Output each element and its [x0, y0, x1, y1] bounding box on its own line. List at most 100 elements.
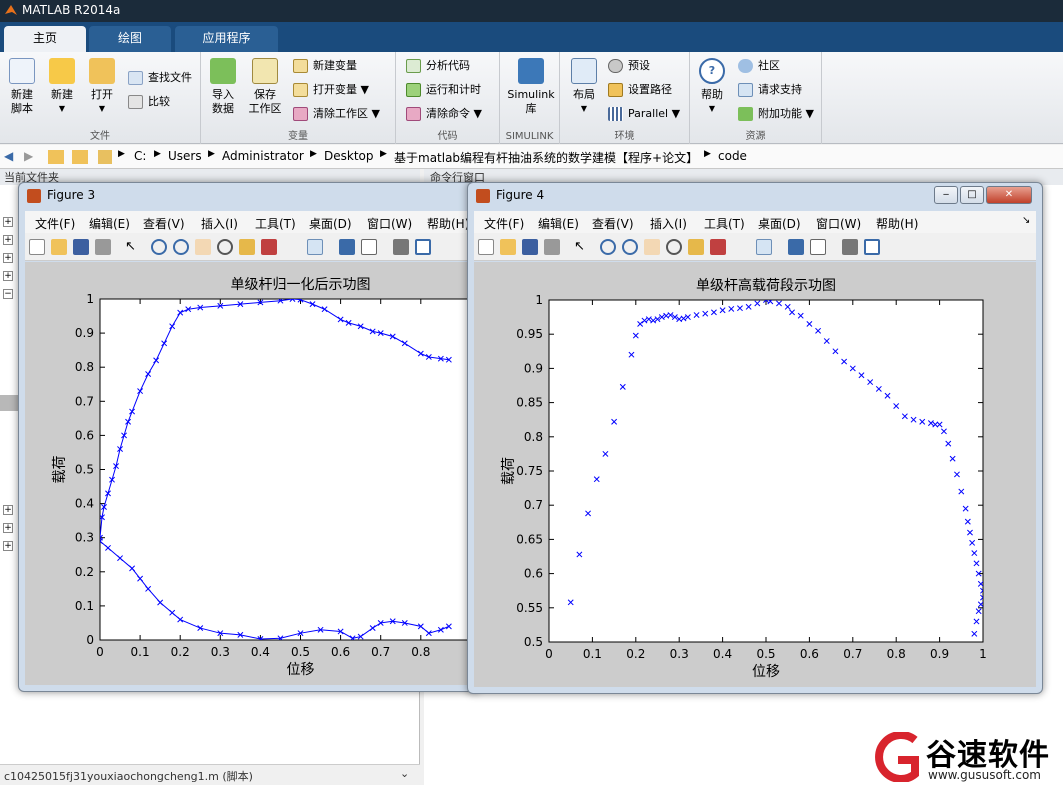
open-button[interactable]: 打开 ▼ [80, 58, 124, 116]
compare-button[interactable]: 比较 [128, 92, 170, 112]
tree-expander[interactable]: + [3, 271, 13, 281]
show-plot-tools-icon[interactable] [415, 239, 431, 255]
menu-tools[interactable]: 工具(T) [704, 215, 745, 232]
parallel-button[interactable]: Parallel ▼ [608, 104, 680, 124]
open-file-icon[interactable] [500, 239, 516, 255]
print-icon[interactable] [95, 239, 111, 255]
zoom-in-icon[interactable] [151, 239, 167, 255]
back-icon[interactable]: ◀ [4, 149, 13, 163]
help-button[interactable]: ? 帮助 ▼ [690, 58, 734, 116]
colorbar-icon[interactable] [339, 239, 355, 255]
simulink-library-button[interactable]: Simulink 库 [506, 58, 556, 116]
figure-3-plot[interactable]: 单级杆归一化后示功图位移 载荷 0 0.1 0.2 0.3 0.4 0.5 0.6 0.7 0.8 0… [25, 262, 502, 686]
tree-expander[interactable]: + [3, 217, 13, 227]
tab-apps[interactable]: 应用程序 [175, 26, 278, 52]
menu-window[interactable]: 窗口(W) [367, 215, 412, 232]
menu-file[interactable]: 文件(F) [484, 215, 524, 232]
rotate-icon[interactable] [666, 239, 682, 255]
zoom-in-icon[interactable] [600, 239, 616, 255]
up-folder-icon[interactable] [48, 150, 64, 164]
menu-desktop[interactable]: 桌面(D) [309, 215, 352, 232]
preferences-button[interactable]: 预设 [608, 56, 650, 76]
tab-plots[interactable]: 绘图 [89, 26, 171, 52]
pan-icon[interactable] [644, 239, 660, 255]
breadcrumb-project[interactable]: 基于matlab编程有杆抽油系统的数学建模【程序+论文】 [394, 149, 698, 166]
legend-icon[interactable] [361, 239, 377, 255]
save-icon[interactable] [522, 239, 538, 255]
tree-expander[interactable]: − [3, 289, 13, 299]
close-button[interactable]: ✕ [986, 186, 1032, 204]
community-button[interactable]: 社区 [738, 56, 780, 76]
clear-workspace-button[interactable]: 清除工作区 ▼ [293, 104, 380, 124]
save-workspace-button[interactable]: 保存 工作区 [243, 58, 287, 116]
new-button[interactable]: 新建 ▼ [40, 58, 84, 116]
run-and-time-button[interactable]: 运行和计时 [406, 80, 481, 100]
data-cursor-icon[interactable] [688, 239, 704, 255]
menu-view[interactable]: 查看(V) [592, 215, 634, 232]
menu-desktop[interactable]: 桌面(D) [758, 215, 801, 232]
pan-icon[interactable] [195, 239, 211, 255]
new-variable-button[interactable]: 新建变量 [293, 56, 357, 76]
link-plot-icon[interactable] [756, 239, 772, 255]
forward-icon[interactable]: ▶ [24, 149, 33, 163]
maximize-button[interactable]: □ [960, 186, 984, 204]
tree-expander[interactable]: + [3, 523, 13, 533]
hide-plot-tools-icon[interactable] [393, 239, 409, 255]
hide-plot-tools-icon[interactable] [842, 239, 858, 255]
save-icon[interactable] [73, 239, 89, 255]
menu-view[interactable]: 查看(V) [143, 215, 185, 232]
open-variable-button[interactable]: 打开变量 ▼ [293, 80, 369, 100]
menu-help[interactable]: 帮助(H) [876, 215, 918, 232]
new-script-button[interactable]: 新建 脚本 [0, 58, 44, 116]
tree-expander[interactable]: + [3, 235, 13, 245]
tree-expander[interactable]: + [3, 253, 13, 263]
breadcrumb-code[interactable]: code [718, 149, 747, 163]
analyze-code-button[interactable]: 分析代码 [406, 56, 470, 76]
request-support-button[interactable]: 请求支持 [738, 80, 802, 100]
tree-expander[interactable]: + [3, 505, 13, 515]
link-plot-icon[interactable] [307, 239, 323, 255]
breadcrumb-users[interactable]: Users [168, 149, 202, 163]
layout-button[interactable]: 布局 ▼ [562, 58, 606, 116]
clear-commands-button[interactable]: 清除命令 ▼ [406, 104, 482, 124]
breadcrumb-desktop[interactable]: Desktop [324, 149, 374, 163]
figure-4-plot[interactable]: 单级杆高载荷段示功图位移 载荷 0 0.1 0.2 0.3 0.4 0.5 0.6 0.7 0.8 0… [474, 262, 1036, 687]
chevron-down-icon[interactable]: ⌄ [400, 767, 409, 780]
browse-folder-icon[interactable] [72, 150, 88, 164]
zoom-out-icon[interactable] [622, 239, 638, 255]
tab-home[interactable]: 主页 [4, 26, 86, 52]
menu-insert[interactable]: 插入(I) [650, 215, 687, 232]
colorbar-icon[interactable] [788, 239, 804, 255]
pointer-icon[interactable]: ↖ [574, 239, 590, 255]
new-figure-icon[interactable] [29, 239, 45, 255]
tree-expander[interactable]: + [3, 541, 13, 551]
dock-arrow-icon[interactable]: ↘ [1022, 215, 1030, 226]
add-ons-button[interactable]: 附加功能 ▼ [738, 104, 814, 124]
set-path-button[interactable]: 设置路径 [608, 80, 672, 100]
figure-3-window[interactable]: Figure 3 文件(F) 编辑(E) 查看(V) 插入(I) 工具(T) 桌… [18, 182, 502, 692]
pointer-icon[interactable]: ↖ [125, 239, 141, 255]
breadcrumb-administrator[interactable]: Administrator [222, 149, 304, 163]
breadcrumb-c[interactable]: C: [134, 149, 146, 163]
menu-help[interactable]: 帮助(H) [427, 215, 469, 232]
data-cursor-icon[interactable] [239, 239, 255, 255]
figure-4-window[interactable]: Figure 4 ‒ □ ✕ 文件(F) 编辑(E) 查看(V) 插入(I) 工… [467, 182, 1043, 694]
rotate-icon[interactable] [217, 239, 233, 255]
menu-tools[interactable]: 工具(T) [255, 215, 296, 232]
minimize-button[interactable]: ‒ [934, 186, 958, 204]
zoom-out-icon[interactable] [173, 239, 189, 255]
brush-icon[interactable] [710, 239, 726, 255]
open-file-icon[interactable] [51, 239, 67, 255]
import-data-button[interactable]: 导入 数据 [201, 58, 245, 116]
menu-insert[interactable]: 插入(I) [201, 215, 238, 232]
find-files-button[interactable]: 查找文件 [128, 68, 192, 88]
show-plot-tools-icon[interactable] [864, 239, 880, 255]
brush-icon[interactable] [261, 239, 277, 255]
legend-icon[interactable] [810, 239, 826, 255]
print-icon[interactable] [544, 239, 560, 255]
menu-edit[interactable]: 编辑(E) [538, 215, 579, 232]
menu-edit[interactable]: 编辑(E) [89, 215, 130, 232]
menu-file[interactable]: 文件(F) [35, 215, 75, 232]
new-figure-icon[interactable] [478, 239, 494, 255]
menu-window[interactable]: 窗口(W) [816, 215, 861, 232]
